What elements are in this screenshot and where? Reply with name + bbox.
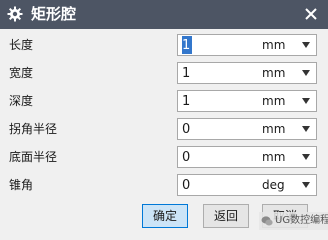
floor-radius-field[interactable]: mm [177, 146, 317, 168]
length-field[interactable]: mm [177, 34, 317, 56]
floor-radius-input[interactable] [182, 148, 254, 166]
wechat-icon [261, 216, 273, 226]
depth-field[interactable]: mm [177, 90, 317, 112]
chevron-down-icon[interactable] [302, 70, 310, 76]
window-title: 矩形腔 [31, 5, 77, 23]
chevron-down-icon[interactable] [302, 182, 310, 188]
ok-button[interactable]: 确定 [142, 204, 188, 228]
width-field[interactable]: mm [177, 62, 317, 84]
chevron-down-icon[interactable] [302, 98, 310, 104]
taper-angle-field[interactable]: deg [177, 174, 317, 196]
depth-input[interactable] [182, 92, 254, 110]
chevron-down-icon[interactable] [302, 42, 310, 48]
back-button[interactable]: 返回 [203, 204, 249, 228]
width-label: 宽度 [9, 66, 34, 80]
corner-radius-input[interactable] [182, 120, 254, 138]
gear-icon [7, 6, 23, 22]
length-input[interactable] [182, 36, 192, 54]
width-input[interactable] [182, 64, 254, 82]
taper-angle-unit: deg [262, 178, 285, 192]
corner-radius-unit: mm [262, 122, 286, 136]
depth-unit: mm [262, 94, 286, 108]
taper-angle-input[interactable] [182, 176, 254, 194]
floor-radius-unit: mm [262, 150, 286, 164]
width-unit: mm [262, 66, 286, 80]
length-label: 长度 [9, 38, 34, 52]
floor-radius-label: 底面半径 [9, 150, 58, 164]
corner-radius-field[interactable]: mm [177, 118, 317, 140]
depth-label: 深度 [9, 94, 34, 108]
taper-angle-label: 锥角 [9, 178, 34, 192]
length-unit: mm [262, 38, 286, 52]
close-icon[interactable] [304, 7, 318, 21]
chevron-down-icon[interactable] [302, 154, 310, 160]
title-bar[interactable]: 矩形腔 [0, 0, 328, 29]
chevron-down-icon[interactable] [302, 126, 310, 132]
watermark-text: UG数控编程 [275, 215, 328, 226]
corner-radius-label: 拐角半径 [9, 122, 58, 136]
watermark: UG数控编程 [259, 212, 328, 230]
